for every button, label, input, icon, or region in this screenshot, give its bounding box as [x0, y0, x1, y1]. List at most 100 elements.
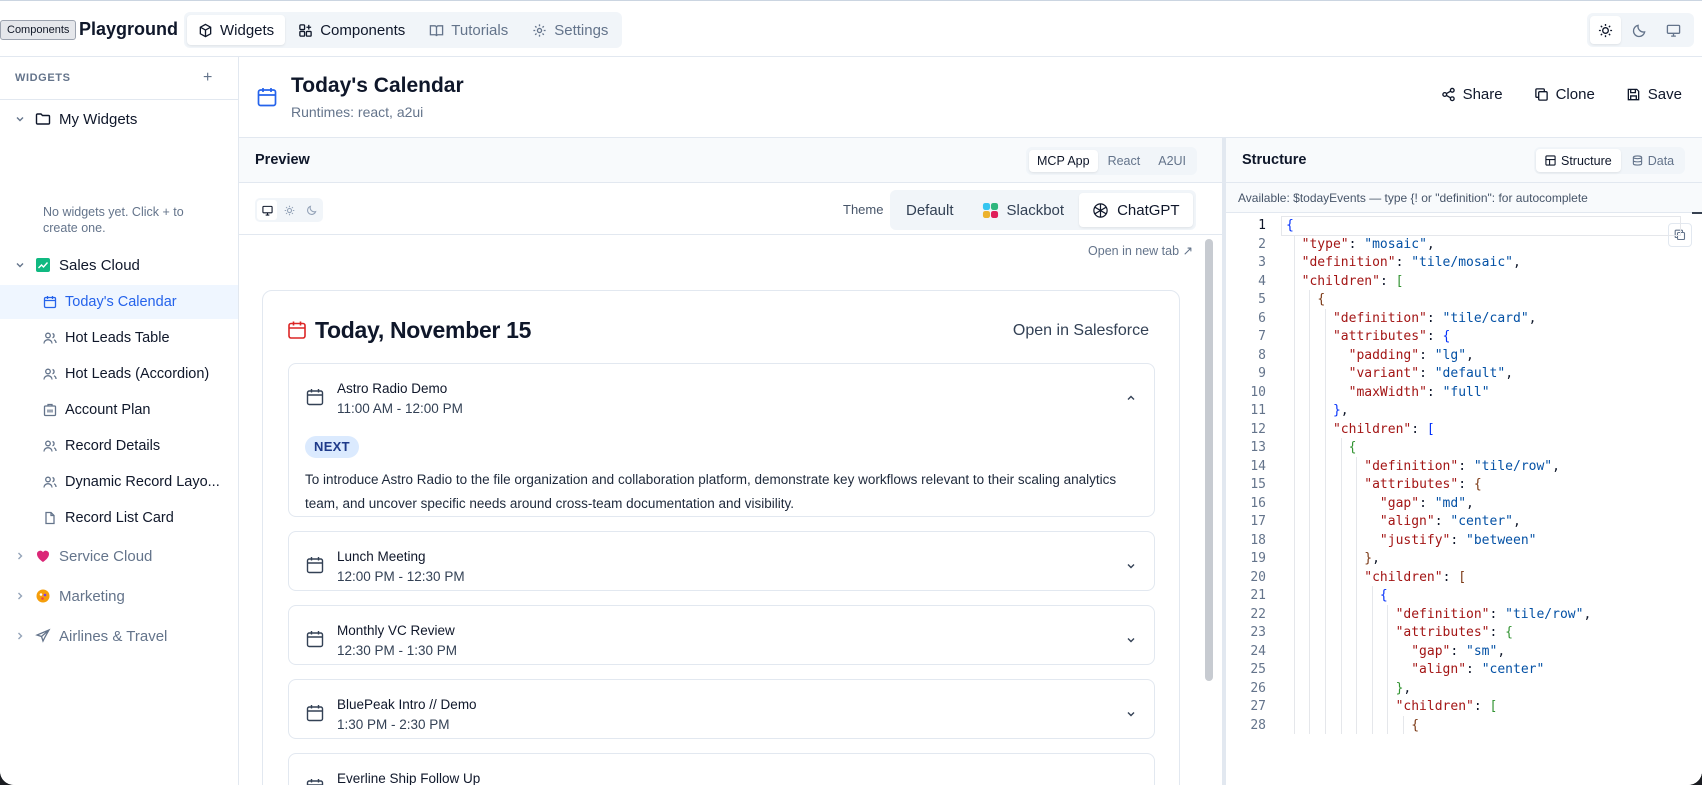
group-sales-cloud[interactable]: Sales Cloud: [0, 247, 239, 283]
monitor-icon: [1666, 24, 1681, 37]
share-button[interactable]: Share: [1441, 86, 1503, 103]
event-item[interactable]: BluePeak Intro // Demo 1:30 PM - 2:30 PM: [288, 679, 1155, 739]
chevron-down-icon[interactable]: [1125, 634, 1137, 646]
code-line: 23 "attributes": {: [1226, 623, 1702, 643]
code-text: "type": "mosaic",: [1301, 236, 1435, 252]
event-item[interactable]: Monthly VC Review 12:30 PM - 1:30 PM: [288, 605, 1155, 665]
light-preview-button[interactable]: [279, 200, 299, 220]
light-theme-button[interactable]: [1590, 16, 1621, 44]
add-widget-button[interactable]: +: [203, 70, 212, 86]
tab-data-label: Data: [1647, 153, 1675, 168]
sidebar-item-record-list-card[interactable]: Record List Card: [0, 501, 238, 535]
tab-tutorials[interactable]: Tutorials: [418, 15, 519, 45]
event-item[interactable]: Astro Radio Demo 11:00 AM - 12:00 PM NEX…: [288, 363, 1155, 517]
top-bar: Components Playground Widgets Components…: [0, 0, 1702, 57]
line-number: 4: [1258, 273, 1266, 289]
calendar-title: Today, November 15: [315, 317, 532, 343]
line-number: 16: [1250, 495, 1266, 511]
sidebar-item-label: Account Plan: [65, 402, 151, 418]
preview-panel: Preview MCP App React A2UI Theme Default…: [239, 138, 1222, 785]
users-icon: [43, 440, 57, 452]
indent-guide: [1403, 715, 1404, 734]
structure-tabs: Structure Data: [1534, 147, 1686, 174]
code-text: "variant": "default",: [1348, 366, 1514, 381]
theme-slackbot-label: Slackbot: [1006, 201, 1065, 219]
group-marketing[interactable]: Marketing: [0, 578, 239, 614]
event-item[interactable]: Lunch Meeting 12:00 PM - 12:30 PM: [288, 531, 1155, 591]
chevron-down-icon[interactable]: [1125, 708, 1137, 720]
code-line: 14 "definition": "tile/row",: [1226, 457, 1702, 477]
users-icon: [43, 368, 57, 380]
desktop-preview-button[interactable]: [257, 200, 277, 220]
group-airlines-travel[interactable]: Airlines & Travel: [0, 618, 239, 654]
code-editor[interactable]: 1{2 "type": "mosaic", 3 "definition": "ti…: [1226, 212, 1702, 785]
sidebar-item-dynamic-record-layout[interactable]: Dynamic Record Layo...: [0, 465, 238, 499]
main-nav: Widgets Components Tutorials Settings: [184, 12, 623, 48]
tab-structure[interactable]: Structure: [1536, 149, 1621, 172]
heart-icon: [37, 550, 49, 562]
event-time: 12:00 PM - 12:30 PM: [337, 569, 465, 584]
dark-preview-button[interactable]: [301, 200, 321, 220]
line-number: 26: [1250, 680, 1266, 696]
users-icon: [43, 332, 57, 344]
theme-chatgpt[interactable]: ChatGPT: [1079, 193, 1193, 227]
event-item[interactable]: Everline Ship Follow Up: [288, 753, 1155, 785]
theme-default[interactable]: Default: [893, 193, 967, 227]
calendar-card: Today, November 15 Open in Salesforce As…: [262, 290, 1180, 785]
theme-slackbot[interactable]: Slackbot: [969, 193, 1078, 227]
clone-button[interactable]: Clone: [1534, 86, 1595, 103]
marketing-icon: [36, 589, 50, 603]
tab-components[interactable]: Components: [287, 15, 416, 45]
event-time: 11:00 AM - 12:00 PM: [337, 401, 463, 416]
save-button[interactable]: Save: [1626, 86, 1682, 103]
code-text: "attributes": {: [1395, 625, 1513, 640]
code-line: 16 "gap": "md",: [1226, 494, 1702, 514]
tab-settings[interactable]: Settings: [521, 15, 619, 45]
chevron-down-icon[interactable]: [1125, 560, 1137, 572]
runtime-tab-a2ui[interactable]: A2UI: [1150, 150, 1194, 172]
open-in-salesforce-link[interactable]: Open in Salesforce: [1013, 322, 1149, 340]
line-number: 19: [1250, 551, 1266, 566]
dark-theme-button[interactable]: [1624, 16, 1655, 44]
system-theme-button[interactable]: [1658, 16, 1689, 44]
slack-icon: [982, 202, 998, 218]
tab-widgets[interactable]: Widgets: [187, 15, 286, 45]
code-text: "attributes": {: [1332, 329, 1451, 344]
group-my-widgets[interactable]: My Widgets: [0, 101, 239, 137]
preview-mode-toggle: [255, 198, 323, 222]
line-number: 22: [1250, 606, 1266, 622]
open-in-new-tab-link[interactable]: Open in new tab ↗: [1088, 243, 1193, 258]
runtime-tab-react[interactable]: React: [1100, 150, 1149, 172]
sidebar-item-account-plan[interactable]: Account Plan: [0, 393, 238, 427]
runtime-tab-mcp-app[interactable]: MCP App: [1029, 150, 1098, 172]
chevron-down-icon: [16, 263, 24, 268]
chevron-up-icon[interactable]: [1125, 392, 1137, 404]
indent-guide: [1356, 456, 1358, 734]
group-service-cloud[interactable]: Service Cloud: [0, 538, 239, 574]
code-line: 9 "variant": "default",: [1226, 364, 1702, 384]
code-line: 5 {: [1226, 290, 1702, 310]
sidebar-item-hot-leads-accordion[interactable]: Hot Leads (Accordion): [0, 357, 238, 391]
code-text: "padding": "lg",: [1348, 347, 1474, 363]
page-title: Today's Calendar: [291, 74, 464, 97]
event-name: BluePeak Intro // Demo: [337, 697, 477, 712]
chevron-right-icon: [18, 592, 23, 600]
openai-icon: [1093, 202, 1108, 218]
code-line: 2 "type": "mosaic",: [1226, 235, 1702, 255]
code-text: },: [1332, 403, 1349, 418]
sales-cloud-icon: [36, 258, 50, 272]
sidebar-item-record-details[interactable]: Record Details: [0, 429, 238, 463]
theme-default-label: Default: [906, 201, 954, 219]
preview-scrollbar[interactable]: [1205, 239, 1213, 681]
tab-tutorials-label: Tutorials: [451, 21, 509, 39]
sidebar-item-todays-calendar[interactable]: Today's Calendar: [0, 285, 238, 319]
structure-title: Structure: [1242, 152, 1307, 168]
code-line: 4 "children": [: [1226, 272, 1702, 292]
chevron-right-icon: [18, 552, 23, 560]
line-number: 24: [1250, 643, 1266, 659]
code-text: "definition": "tile/row",: [1395, 606, 1592, 622]
tab-data[interactable]: Data: [1623, 149, 1683, 172]
line-number: 17: [1250, 514, 1266, 529]
sidebar-item-label: Record Details: [65, 438, 161, 454]
sidebar-item-hot-leads-table[interactable]: Hot Leads Table: [0, 321, 238, 355]
